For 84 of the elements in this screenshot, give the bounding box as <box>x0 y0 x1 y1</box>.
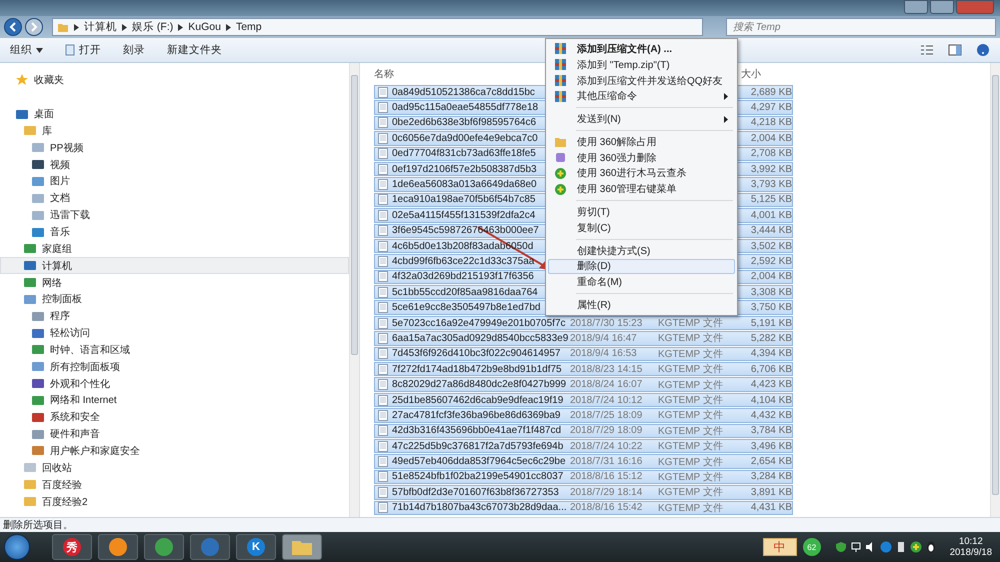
file-name: 5e7023cc16a92e479949e201b0705f7c <box>392 318 566 329</box>
file-name: 27ac4781fcf3fe36ba96be86d6369ba9 <box>392 410 560 421</box>
file-size: 2,654 KB <box>750 456 792 468</box>
file-size: 3,502 KB <box>750 240 792 252</box>
file-size: 4,001 KB <box>750 210 792 221</box>
file-size: 2,004 KB <box>750 132 792 144</box>
file-name: 42d3b316f435696bb0e41ae7f1f487cd <box>392 425 562 436</box>
file-name: 0c6056e7da9d00efe4e9ebca7c0 <box>392 132 538 144</box>
file-size: 3,784 KB <box>750 425 792 436</box>
file-name: 4f32a03d269bd215193f17f6356 <box>392 271 534 282</box>
file-size: 3,750 KB <box>750 302 792 314</box>
file-date: 2018/8/16 15:12 <box>570 471 642 482</box>
file-size: 4,297 KB <box>750 102 792 114</box>
file-type: KGTEMP 文件 <box>658 380 723 391</box>
file-size: 5,125 KB <box>750 194 792 206</box>
file-date: 2018/7/24 10:12 <box>570 394 642 406</box>
app-icon: K <box>247 538 265 556</box>
file-date: 2018/8/23 14:15 <box>570 364 642 375</box>
file-size: 3,444 KB <box>750 225 792 236</box>
file-name: 47c225d5b9c376817f2a7d5793fe694b <box>392 440 564 452</box>
app-icon: 秀 <box>63 538 81 556</box>
file-name: 0ad95c115a0eae54855df778e18 <box>392 102 538 114</box>
file-name: 0a849d510521386ca7c8dd15bc <box>392 86 535 98</box>
file-date: 2018/7/29 18:14 <box>570 486 642 498</box>
file-date: 2018/7/30 15:23 <box>570 318 642 329</box>
file-size: 6,706 KB <box>750 364 792 375</box>
file-size: 2,708 KB <box>750 148 792 160</box>
file-name: 57bfb0df2d3e701607f63b8f36727353 <box>392 486 559 498</box>
file-size: 2,004 KB <box>750 271 792 282</box>
file-type: KGTEMP 文件 <box>658 333 723 344</box>
file-size: 2,592 KB <box>750 256 792 267</box>
file-size: 2,689 KB <box>750 86 792 98</box>
file-size: 4,423 KB <box>750 379 792 390</box>
file-name: 0ed77704f831cb73ad63ffe18fe5 <box>392 148 536 160</box>
file-size: 3,891 KB <box>750 486 792 498</box>
file-size: 3,308 KB <box>750 286 792 298</box>
file-name: 5ce61e9cc8e3505497b8e1ed7bd <box>392 302 540 314</box>
file-type: KGTEMP 文件 <box>658 395 723 406</box>
counter-badge: 62 <box>802 538 821 556</box>
file-size: 4,104 KB <box>750 394 792 406</box>
file-name: 71b14d7b1807ba43c67073b28d9daa... <box>392 502 567 514</box>
file-name: 4cbd99f6fb63ce22c1d33c375aa <box>392 256 534 267</box>
file-name: 1eca910a198ae70f5b6f54b7c85 <box>392 194 536 206</box>
status-text: 删除所选项目。 <box>3 518 73 532</box>
file-type: KGTEMP 文件 <box>658 487 723 498</box>
file-name: 02e5a4115f455f131539f2dfa2c4 <box>392 210 536 221</box>
file-date: 2018/7/29 18:09 <box>570 425 642 436</box>
file-date: 2018/9/4 16:47 <box>570 332 637 344</box>
file-date: 2018/7/25 18:09 <box>570 410 642 421</box>
file-size: 4,432 KB <box>750 410 792 421</box>
file-type: KGTEMP 文件 <box>658 410 723 422</box>
file-name: 5c1bb55ccd20f85aa9816daa764 <box>392 286 538 298</box>
file-date: 2018/8/24 16:07 <box>570 379 642 390</box>
file-name: 51e8524bfb1f02ba2199e54901cc8037 <box>392 471 564 482</box>
file-size: 5,191 KB <box>750 318 792 329</box>
file-name: 7f272fd174ad18b472b9e8bd91b1df75 <box>392 364 562 375</box>
file-size: 3,284 KB <box>750 471 792 482</box>
file-name: 6aa15a7ac305ad0929d8540bcc5833e9 <box>392 332 568 344</box>
file-type: KGTEMP 文件 <box>658 426 723 437</box>
file-size: 3,992 KB <box>750 164 792 175</box>
file-name: 7d453f6f926d410bc3f022c904614957 <box>392 348 560 360</box>
file-date: 2018/7/31 16:16 <box>570 456 642 468</box>
file-name: 0ef197d2106f57e2b508387d5b3 <box>392 164 537 175</box>
file-size: 3,496 KB <box>750 440 792 452</box>
file-date: 2018/9/4 16:53 <box>570 348 637 360</box>
file-type: KGTEMP 文件 <box>658 348 723 360</box>
file-name: 0be2ed6b638e3bf6f98595764c6 <box>392 117 536 128</box>
file-name: 1de6ea56083a013a6649da68e0 <box>392 179 537 190</box>
file-type: KGTEMP 文件 <box>658 502 723 514</box>
file-type: KGTEMP 文件 <box>658 364 723 376</box>
file-name: 25d1be85607462d6cab9e9dfeac19f19 <box>392 394 564 406</box>
file-size: 5,282 KB <box>750 332 792 344</box>
file-type: KGTEMP 文件 <box>658 441 723 452</box>
file-date: 2018/7/24 10:22 <box>570 440 642 452</box>
file-size: 3,793 KB <box>750 179 792 190</box>
file-size: 4,394 KB <box>750 348 792 360</box>
file-type: KGTEMP 文件 <box>658 456 723 468</box>
file-size: 4,431 KB <box>750 502 792 514</box>
file-name: 8c82029d27a86d8480dc2e8f0427b999 <box>392 379 566 390</box>
file-type: KGTEMP 文件 <box>658 472 723 483</box>
file-name: 49ed57eb406dda853f7964c5ec6c29be <box>392 456 566 468</box>
file-date: 2018/8/16 15:42 <box>570 502 642 514</box>
file-type: KGTEMP 文件 <box>658 318 723 330</box>
file-size: 4,218 KB <box>750 117 792 128</box>
